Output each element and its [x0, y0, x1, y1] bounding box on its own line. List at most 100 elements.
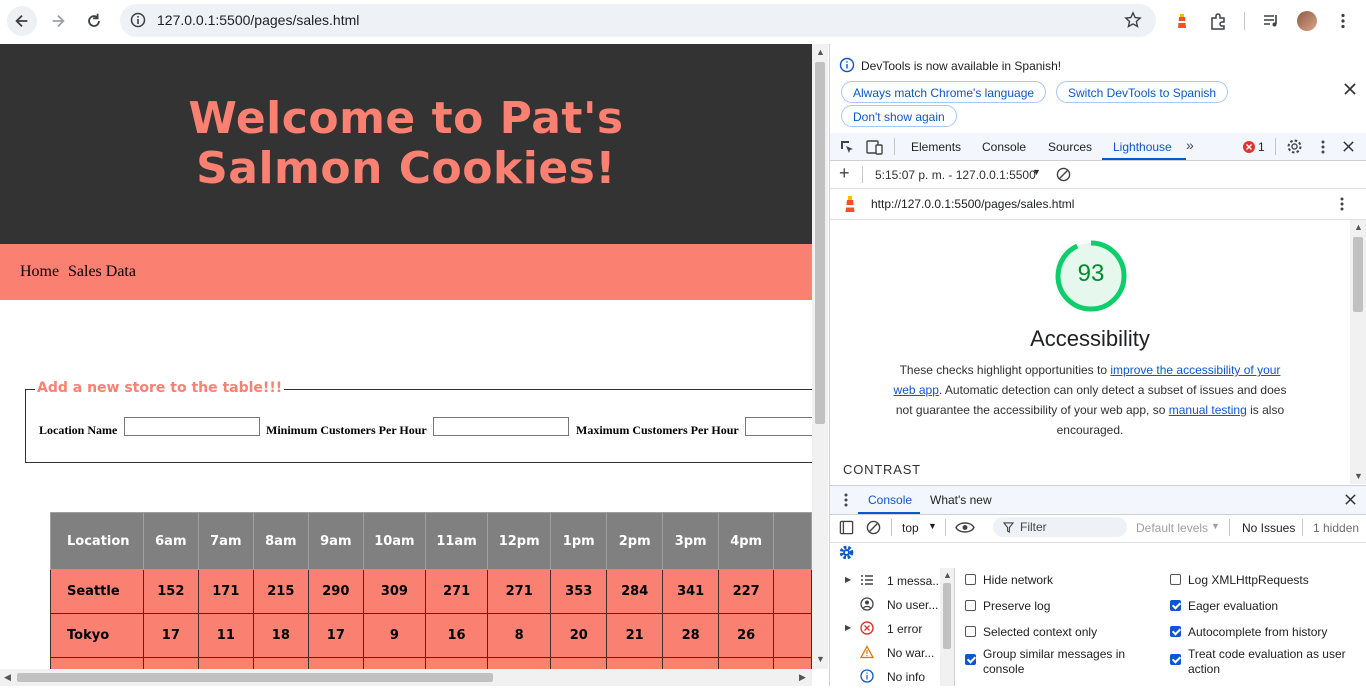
table-cell-overflow: [773, 569, 812, 614]
location-name-input[interactable]: [124, 417, 260, 436]
more-vertical-icon[interactable]: [1335, 196, 1349, 212]
site-info-icon[interactable]: [130, 12, 146, 28]
switch-to-spanish-button[interactable]: Switch DevTools to Spanish: [1056, 81, 1229, 103]
hide-network-checkbox[interactable]: [965, 574, 976, 585]
treat-as-user-action-checkbox[interactable]: [1170, 654, 1181, 665]
puzzle-icon: [1211, 13, 1225, 30]
clear-console-icon[interactable]: [866, 520, 881, 535]
tab-lighthouse[interactable]: Lighthouse: [1113, 140, 1172, 154]
scrollbar-thumb[interactable]: [17, 673, 493, 682]
max-customers-input[interactable]: [745, 417, 812, 436]
page-title: Welcome to Pat's Salmon Cookies!: [188, 93, 624, 194]
profile-avatar[interactable]: [1294, 8, 1320, 34]
drawer-tab-console[interactable]: Console: [868, 493, 912, 507]
sidebar-item-warnings[interactable]: No war...: [830, 642, 940, 664]
more-vertical-icon[interactable]: [1316, 139, 1330, 155]
live-expression-eye-icon[interactable]: [955, 520, 975, 535]
scrollbar-thumb[interactable]: [815, 62, 825, 424]
reload-button[interactable]: [79, 6, 109, 36]
reload-icon: [88, 13, 100, 27]
extension-icon[interactable]: [1169, 8, 1195, 34]
table-cell: 227: [718, 569, 775, 614]
close-icon[interactable]: [1343, 82, 1357, 96]
table-cell: [550, 657, 608, 669]
autocomplete-history-checkbox[interactable]: [1170, 626, 1181, 637]
expand-arrow-icon[interactable]: ▶: [845, 623, 851, 632]
close-drawer-icon[interactable]: [1344, 493, 1357, 506]
close-devtools-icon[interactable]: [1342, 140, 1355, 153]
drawer-tab-whats-new[interactable]: What's new: [930, 493, 992, 507]
match-language-button[interactable]: Always match Chrome's language: [841, 81, 1047, 103]
sidebar-item-info[interactable]: No info: [830, 666, 940, 688]
sidebar-toggle-icon[interactable]: [839, 520, 854, 535]
settings-gear-icon[interactable]: [1286, 138, 1303, 155]
sidebar-item-user-messages[interactable]: No user...: [830, 594, 940, 616]
table-header-cell: 10am: [362, 512, 426, 570]
devtools-tab-bar: Elements Console Sources Lighthouse » 1: [830, 133, 1366, 161]
min-customers-input[interactable]: [433, 417, 569, 436]
dropdown-arrow-icon[interactable]: ▼: [928, 521, 937, 531]
scrollbar-thumb[interactable]: [943, 583, 951, 649]
clear-all-icon[interactable]: [1056, 167, 1071, 182]
warning-icon: [860, 645, 874, 659]
manual-testing-link[interactable]: manual testing: [1169, 403, 1247, 417]
devtools-panel: DevTools is now available in Spanish! Al…: [829, 44, 1366, 686]
scroll-up-icon[interactable]: ▲: [943, 570, 952, 580]
drawer-menu-icon[interactable]: [841, 492, 851, 508]
issues-counter[interactable]: No Issues: [1242, 521, 1295, 535]
nav-link-home[interactable]: Home: [20, 263, 59, 281]
error-count[interactable]: 1: [1258, 140, 1265, 154]
nav-link-sales-data[interactable]: Sales Data: [68, 263, 136, 281]
sidebar-item-messages[interactable]: ▶ 1 messa...: [830, 570, 941, 592]
log-xhr-checkbox[interactable]: [1170, 574, 1181, 585]
category-title: Accessibility: [1030, 326, 1150, 351]
error-icon[interactable]: [1243, 141, 1255, 153]
scroll-left-icon[interactable]: ◀: [4, 672, 11, 683]
sidebar-item-errors[interactable]: ▶ 1 error: [830, 618, 940, 640]
new-report-plus-icon[interactable]: +: [839, 163, 850, 184]
expand-arrow-icon[interactable]: ▶: [845, 575, 851, 584]
scroll-down-icon[interactable]: ▼: [816, 654, 825, 664]
dont-show-again-button[interactable]: Don't show again: [841, 105, 957, 127]
scroll-up-icon[interactable]: ▲: [816, 47, 825, 57]
tab-sources[interactable]: Sources: [1048, 140, 1092, 154]
preserve-log-checkbox[interactable]: [965, 600, 976, 611]
url-text[interactable]: 127.0.0.1:5500/pages/sales.html: [157, 12, 359, 28]
group-similar-label: Group similar messages in console: [983, 647, 1126, 676]
more-tabs-chevron-icon[interactable]: »: [1186, 137, 1194, 153]
forward-button[interactable]: [43, 6, 73, 36]
report-url: http://127.0.0.1:5500/pages/sales.html: [871, 197, 1075, 211]
chrome-menu-button[interactable]: [1330, 8, 1356, 34]
log-levels-dropdown[interactable]: Default levels: [1136, 521, 1208, 535]
avatar: [1297, 11, 1317, 31]
console-settings-gear-icon[interactable]: [838, 544, 855, 561]
tab-console[interactable]: Console: [982, 140, 1026, 154]
extensions-button[interactable]: [1205, 8, 1231, 34]
dropdown-arrow-icon[interactable]: ▼: [1211, 521, 1220, 531]
scroll-right-icon[interactable]: ▶: [799, 672, 806, 683]
sidebar-scrollbar[interactable]: ▲: [940, 568, 954, 686]
inspect-element-icon[interactable]: [839, 139, 855, 155]
back-button[interactable]: [7, 6, 37, 36]
page-horizontal-scrollbar[interactable]: ◀ ▶: [0, 669, 812, 686]
selected-context-checkbox[interactable]: [965, 626, 976, 637]
hide-network-label: Hide network: [983, 573, 1054, 587]
table-header-cell: 9am: [307, 512, 364, 570]
page-vertical-scrollbar[interactable]: ▲ ▼: [812, 44, 828, 669]
eager-evaluation-checkbox[interactable]: [1170, 600, 1181, 611]
report-selector[interactable]: 5:15:07 p. m. - 127.0.0.1:5500: [875, 168, 1036, 182]
sales-table: Location 6am 7am 8am 9am 10am 11am 12pm …: [50, 512, 812, 669]
group-similar-checkbox[interactable]: [965, 654, 976, 665]
device-toolbar-icon[interactable]: [866, 139, 884, 155]
dropdown-arrow-icon[interactable]: ▼: [1032, 167, 1041, 177]
tab-elements[interactable]: Elements: [911, 140, 961, 154]
report-scrollbar[interactable]: ▲ ▼: [1350, 220, 1366, 484]
context-selector[interactable]: top: [902, 521, 919, 535]
address-bar[interactable]: 127.0.0.1:5500/pages/sales.html: [120, 4, 1156, 37]
bookmark-star-icon[interactable]: [1124, 11, 1142, 29]
scrollbar-thumb[interactable]: [1353, 237, 1363, 312]
console-filter-input[interactable]: Filter: [993, 517, 1127, 537]
media-controls-button[interactable]: [1258, 8, 1284, 34]
scroll-up-icon[interactable]: ▲: [1354, 222, 1363, 232]
scroll-down-icon[interactable]: ▼: [1354, 471, 1363, 481]
